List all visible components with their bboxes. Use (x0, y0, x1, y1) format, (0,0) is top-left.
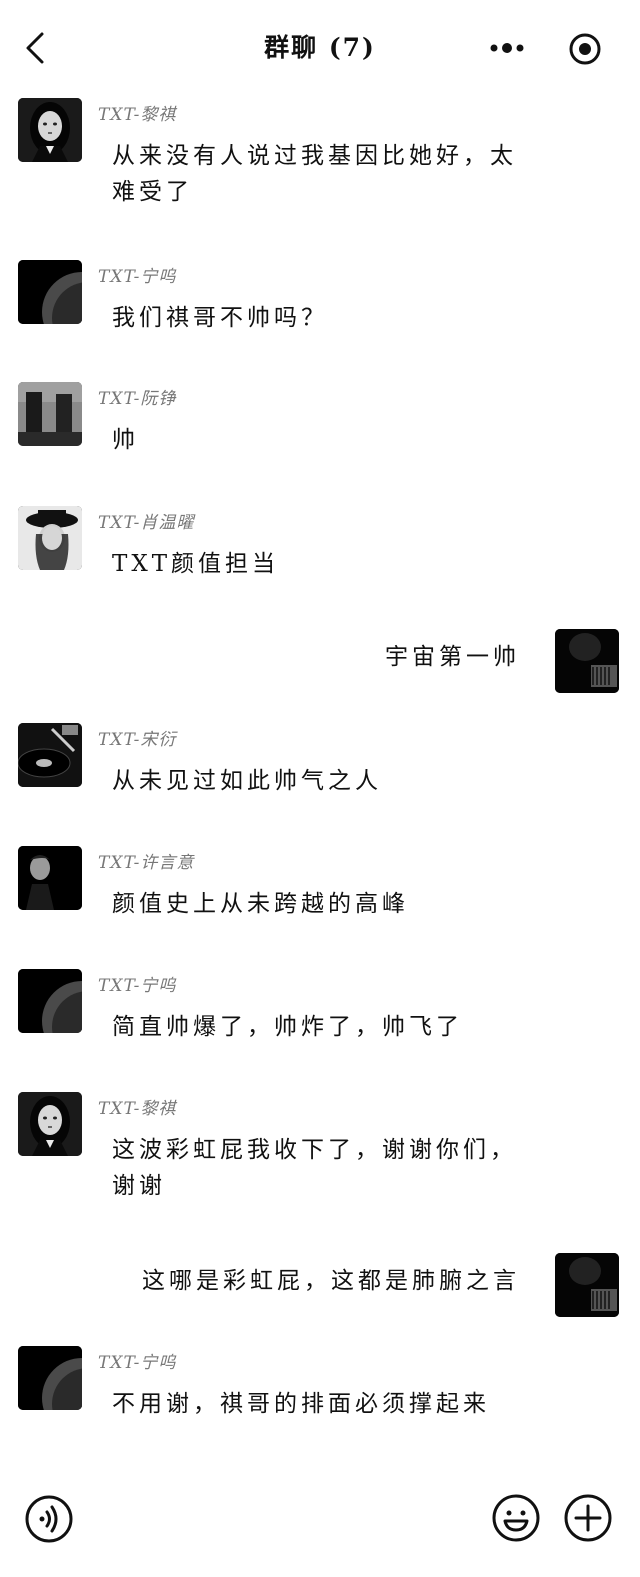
message-row: TXT-宁呜 不用谢，祺哥的排面必须撑起来 (0, 1346, 640, 1426)
message-row: TXT-许言意 颜值史上从未跨越的高峰 (0, 846, 640, 926)
moon-icon (18, 260, 82, 324)
message-text[interactable]: 我们祺哥不帅吗？ (112, 300, 532, 336)
avatar-city-towers[interactable] (18, 382, 82, 446)
girl-portrait-icon (18, 98, 82, 162)
message-row-self: 宇宙第一帅 (0, 629, 640, 699)
plus-icon (564, 1494, 612, 1542)
message-text[interactable]: 简直帅爆了，帅炸了，帅飞了 (112, 1009, 532, 1045)
target-icon (569, 33, 601, 65)
avatar-moon[interactable] (18, 1346, 82, 1410)
chat-title: 群聊 (7) (264, 33, 376, 62)
man-portrait-icon (18, 846, 82, 910)
emoji-icon (492, 1494, 540, 1542)
hat-girl-icon (18, 506, 82, 570)
message-text[interactable]: TXT颜值担当 (112, 546, 532, 582)
sender-name: TXT-许言意 (98, 853, 195, 873)
message-row: TXT-宁呜 简直帅爆了，帅炸了，帅飞了 (0, 969, 640, 1049)
sender-name: TXT-肖温曜 (98, 513, 195, 533)
avatar-vinyl-record[interactable] (18, 723, 82, 787)
message-row-self: 这哪是彩虹屁，这都是肺腑之言 (0, 1253, 640, 1323)
voice-button[interactable] (24, 1494, 74, 1544)
sender-name: TXT-黎祺 (98, 1099, 177, 1119)
girl-portrait-icon (18, 1092, 82, 1156)
more-button[interactable] (486, 30, 530, 66)
avatar-moon[interactable] (18, 260, 82, 324)
mini-program-button[interactable] (566, 30, 604, 68)
more-functions-button[interactable] (562, 1492, 614, 1544)
message-row: TXT-肖温曜 TXT颜值担当 (0, 506, 640, 586)
message-text[interactable]: 宇宙第一帅 (100, 639, 520, 675)
city-towers-icon (18, 382, 82, 446)
message-text[interactable]: 颜值史上从未跨越的高峰 (112, 886, 532, 922)
sender-name: TXT-宁呜 (98, 267, 177, 287)
avatar-hat-girl[interactable] (18, 506, 82, 570)
avatar-self[interactable] (555, 629, 619, 693)
message-text[interactable]: 帅 (112, 422, 532, 458)
avatar-girl-portrait[interactable] (18, 98, 82, 162)
sender-name: TXT-宋衍 (98, 730, 177, 750)
message-row: TXT-阮铮 帅 (0, 382, 640, 462)
sender-name: TXT-黎祺 (98, 105, 177, 125)
message-text[interactable]: 从未见过如此帅气之人 (112, 763, 532, 799)
message-row: TXT-宋衍 从未见过如此帅气之人 (0, 723, 640, 803)
dark-piano-icon (555, 629, 619, 693)
avatar-moon[interactable] (18, 969, 82, 1033)
message-text[interactable]: 这哪是彩虹屁，这都是肺腑之言 (100, 1263, 520, 1299)
moon-icon (18, 1346, 82, 1410)
message-text[interactable]: 从来没有人说过我基因比她好，太难受了 (112, 138, 532, 210)
sender-name: TXT-宁呜 (98, 1353, 177, 1373)
avatar-self[interactable] (555, 1253, 619, 1317)
message-text[interactable]: 这波彩虹屁我收下了，谢谢你们，谢谢 (112, 1132, 532, 1204)
message-row: TXT-宁呜 我们祺哥不帅吗？ (0, 260, 640, 340)
dark-piano-icon (555, 1253, 619, 1317)
moon-icon (18, 969, 82, 1033)
input-toolbar (0, 1490, 640, 1577)
vinyl-record-icon (18, 723, 82, 787)
avatar-girl-portrait[interactable] (18, 1092, 82, 1156)
message-text[interactable]: 不用谢，祺哥的排面必须撑起来 (112, 1386, 532, 1422)
avatar-man-portrait[interactable] (18, 846, 82, 910)
top-bar: 群聊 (7) (0, 0, 640, 92)
message-row: TXT-黎祺 从来没有人说过我基因比她好，太难受了 (0, 98, 640, 218)
message-row: TXT-黎祺 这波彩虹屁我收下了，谢谢你们，谢谢 (0, 1092, 640, 1212)
sender-name: TXT-阮铮 (98, 389, 177, 409)
voice-icon (25, 1495, 73, 1543)
emoji-button[interactable] (490, 1492, 542, 1544)
sender-name: TXT-宁呜 (98, 976, 177, 996)
more-dots-icon (490, 43, 524, 53)
